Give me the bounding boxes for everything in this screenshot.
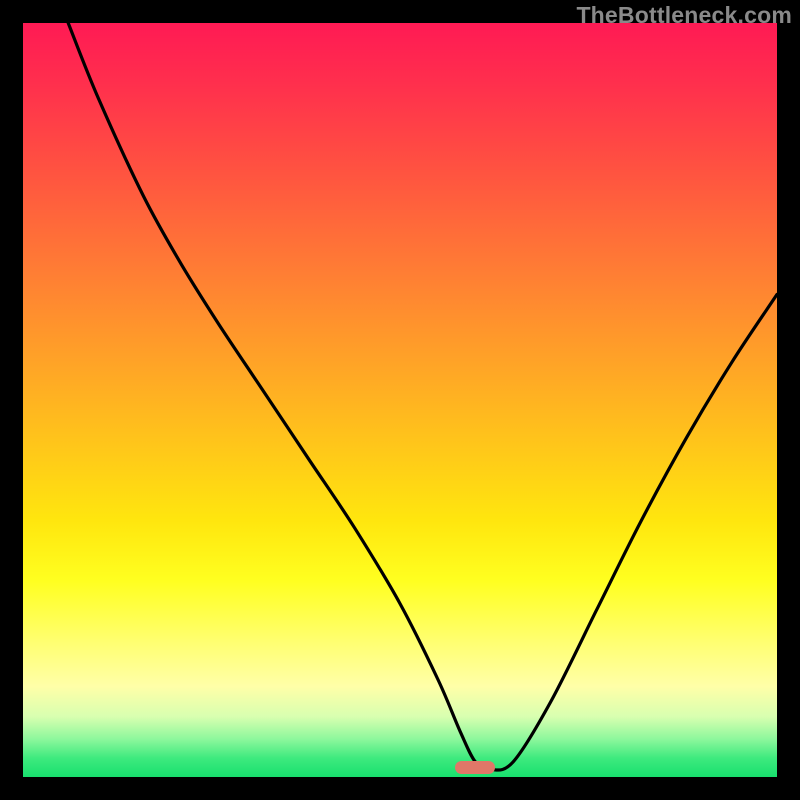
plot-area <box>23 23 777 777</box>
chart-frame: TheBottleneck.com <box>0 0 800 800</box>
bottleneck-curve <box>23 23 777 777</box>
optimal-marker <box>455 761 495 774</box>
curve-path <box>68 23 777 770</box>
